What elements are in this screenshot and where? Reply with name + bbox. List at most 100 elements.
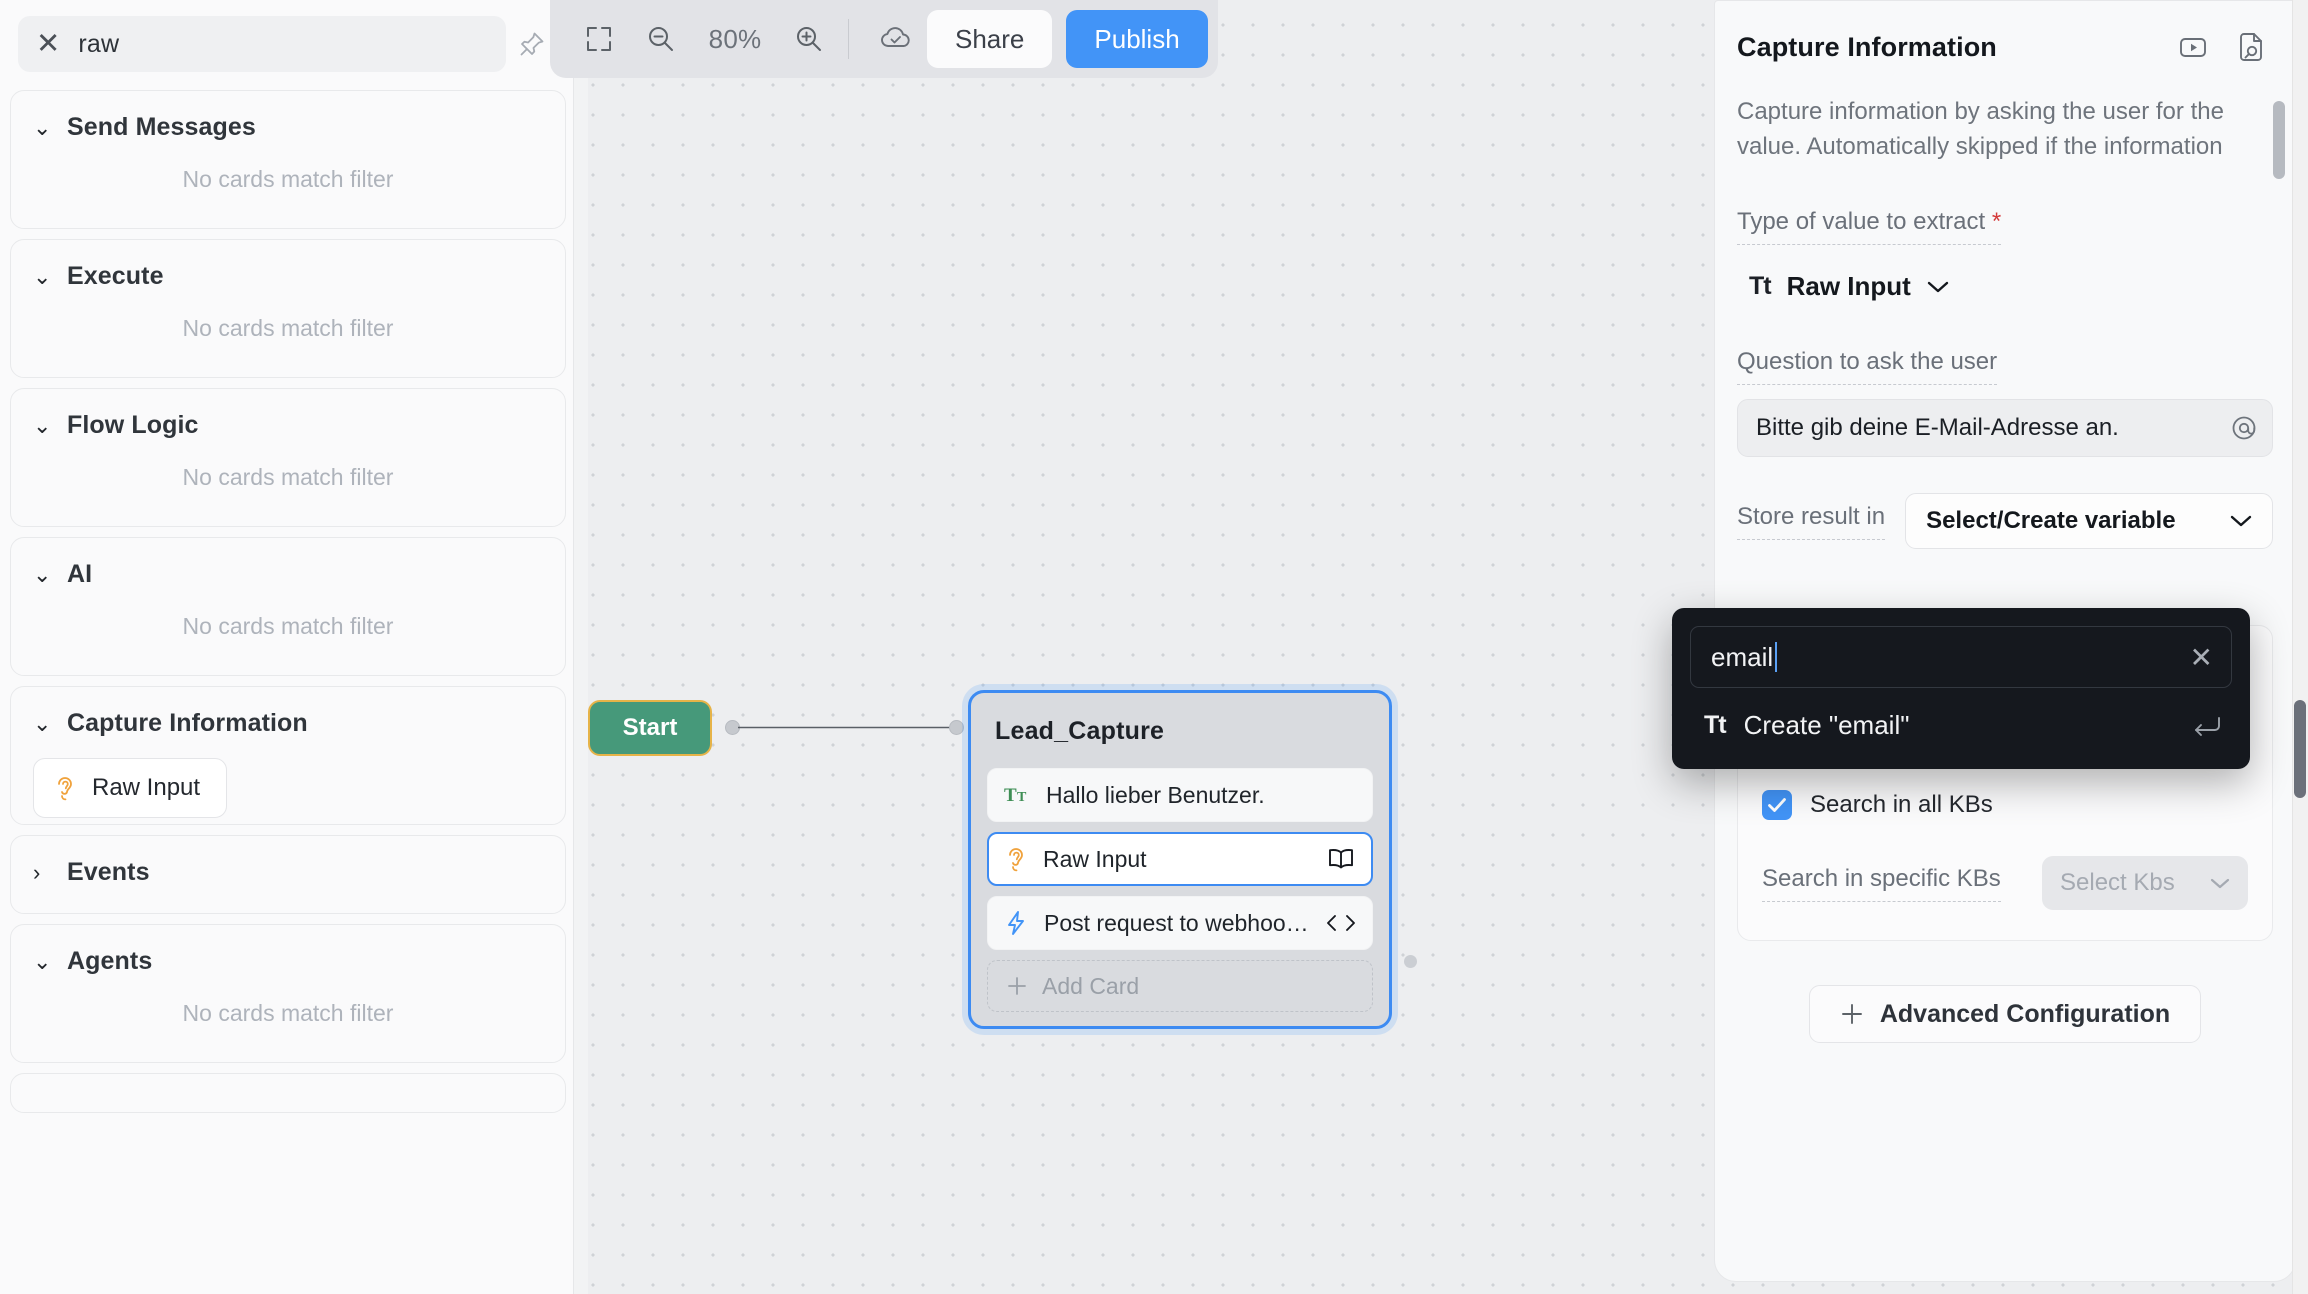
panel-scrollbar[interactable] — [2273, 101, 2285, 179]
add-card-button[interactable]: Add Card — [987, 960, 1373, 1012]
search-specific-kbs-label: Search in specific KBs — [1762, 865, 2001, 902]
flow-card-webhook[interactable]: Post request to webhook UR... — [987, 896, 1373, 950]
section-header[interactable]: ⌄ Capture Information — [11, 687, 565, 738]
variable-create-option[interactable]: Tt Create "email" — [1690, 688, 2232, 747]
question-input-value: Bitte gib deine E-Mail-Adresse an. — [1756, 414, 2119, 442]
chevron-right-icon: › — [33, 859, 41, 885]
sidebar-section-send-messages[interactable]: ⌄ Send Messages No cards match filter — [10, 90, 566, 229]
empty-message: No cards match filter — [182, 612, 394, 639]
share-button[interactable]: Share — [927, 10, 1053, 68]
flow-card-raw-input[interactable]: Raw Input — [987, 832, 1373, 886]
sidebar-section-flow-logic[interactable]: ⌄ Flow Logic No cards match filter — [10, 388, 566, 527]
zoom-in-icon — [794, 24, 824, 54]
book-icon[interactable] — [1327, 847, 1355, 871]
chevron-down-icon: ⌄ — [33, 114, 52, 140]
empty-message: No cards match filter — [182, 314, 394, 341]
svg-text:T: T — [1004, 785, 1017, 806]
question-input[interactable]: Bitte gib deine E-Mail-Adresse an. — [1737, 399, 2273, 458]
zoom-out-button[interactable] — [630, 8, 692, 70]
chevron-down-icon — [2210, 877, 2230, 890]
search-all-kbs-checkbox[interactable] — [1762, 790, 1792, 821]
section-title: Send Messages — [67, 113, 256, 141]
save-status-button[interactable] — [865, 8, 927, 70]
search-input[interactable]: ✕ raw — [18, 16, 506, 72]
video-play-button[interactable] — [2171, 27, 2215, 67]
code-icon[interactable] — [1326, 912, 1356, 934]
pin-icon — [518, 30, 546, 58]
enter-return-icon — [2192, 715, 2222, 737]
sidebar-scroll-gutter[interactable] — [574, 0, 588, 1294]
flow-card-label: Hallo lieber Benutzer. — [1046, 781, 1265, 808]
publish-button[interactable]: Publish — [1066, 10, 1208, 68]
advanced-configuration-button[interactable]: Advanced Configuration — [1809, 985, 2201, 1044]
sidebar-search-row: ✕ raw — [18, 16, 558, 72]
variable-search-value: email — [1711, 641, 1774, 672]
section-header[interactable]: ⌄ Send Messages — [11, 91, 565, 142]
sidebar-section-events[interactable]: › Events No cards match filter — [10, 835, 566, 914]
flow-block-lead-capture[interactable]: Lead_Capture T T Hallo lieber Benutzer. … — [968, 690, 1392, 1029]
section-title: Capture Information — [67, 709, 308, 737]
sidebar-sections[interactable]: ⌄ Send Messages No cards match filter ⌄ … — [10, 90, 566, 1294]
select-kbs-dropdown[interactable]: Select Kbs — [2042, 856, 2248, 911]
clear-search-icon[interactable]: ✕ — [36, 29, 60, 59]
advanced-configuration-label: Advanced Configuration — [1879, 999, 2171, 1028]
section-header[interactable]: ⌄ Flow Logic — [11, 389, 565, 440]
block-output-port[interactable] — [1404, 955, 1417, 968]
sidebar-section-agents[interactable]: ⌄ Agents No cards match filter — [10, 924, 566, 1063]
variable-create-popup[interactable]: email ✕ Tt Create "email" — [1672, 608, 2250, 769]
empty-message: No cards match filter — [182, 165, 394, 192]
empty-message: No cards match filter — [182, 463, 394, 490]
type-field-label-text: Type of value to extract — [1737, 208, 1986, 236]
section-header[interactable]: › Events — [11, 836, 565, 887]
at-mention-icon[interactable] — [2230, 414, 2258, 442]
panel-title: Capture Information — [1737, 31, 1997, 62]
ear-icon — [54, 775, 76, 801]
store-variable-select[interactable]: Select/Create variable — [1905, 493, 2273, 550]
variable-search-input[interactable]: email ✕ — [1690, 626, 2232, 688]
search-all-kbs-row[interactable]: Search in all KBs — [1762, 790, 2248, 821]
block-input-port[interactable] — [949, 720, 964, 735]
sidebar-section-ai[interactable]: ⌄ AI No cards match filter — [10, 537, 566, 676]
close-icon[interactable]: ✕ — [2190, 641, 2213, 674]
sidebar-card-raw-input[interactable]: Raw Input — [33, 758, 228, 818]
share-button-label: Share — [955, 23, 1025, 54]
cloud-check-icon — [879, 25, 913, 53]
sidebar-card-label: Raw Input — [92, 774, 201, 801]
add-card-label: Add Card — [1042, 972, 1140, 999]
flow-card-message[interactable]: T T Hallo lieber Benutzer. — [987, 768, 1373, 822]
section-title: Agents — [67, 947, 153, 975]
ear-icon — [1005, 846, 1027, 872]
start-node[interactable]: Start — [588, 700, 712, 756]
type-of-value-text: Raw Input — [1786, 271, 1911, 302]
chevron-down-icon: ⌄ — [33, 412, 52, 438]
fit-screen-button[interactable] — [568, 8, 630, 70]
type-field-label: Type of value to extract * — [1737, 208, 2002, 246]
text-type-icon: Tt — [1749, 272, 1772, 301]
sidebar-section-partial[interactable] — [10, 1073, 566, 1113]
chevron-down-icon: ⌄ — [33, 561, 52, 587]
section-body: No cards match filter — [11, 440, 565, 526]
search-all-kbs-label: Search in all KBs — [1810, 791, 1993, 819]
plus-icon — [1840, 1002, 1864, 1026]
section-title: Execute — [67, 262, 164, 290]
sidebar-section-execute[interactable]: ⌄ Execute No cards match filter — [10, 239, 566, 378]
svg-text:T: T — [1017, 790, 1027, 805]
page-scrollbar-thumb[interactable] — [2294, 700, 2306, 798]
page-scrollbar-track[interactable] — [2292, 0, 2308, 1294]
zoom-in-button[interactable] — [778, 8, 840, 70]
section-header[interactable]: ⌄ AI — [11, 538, 565, 589]
panel-header: Capture Information — [1715, 1, 2295, 67]
section-title: Events — [67, 858, 150, 886]
sidebar-section-capture-information[interactable]: ⌄ Capture Information Raw Input — [10, 686, 566, 825]
store-result-row: Store result in Select/Create variable — [1737, 493, 2273, 550]
zoom-level-label: 80% — [708, 23, 762, 54]
section-header[interactable]: ⌄ Agents — [11, 925, 565, 976]
fit-screen-icon — [585, 25, 613, 53]
section-header[interactable]: ⌄ Execute — [11, 240, 565, 291]
type-of-value-select[interactable]: Tt Raw Input — [1749, 271, 2295, 302]
lightning-icon — [1004, 910, 1028, 936]
doc-search-button[interactable] — [2229, 27, 2273, 67]
chevron-down-icon — [2230, 514, 2252, 528]
text-type-icon: Tt — [1704, 711, 1727, 739]
chevron-down-icon: ⌄ — [33, 263, 52, 289]
